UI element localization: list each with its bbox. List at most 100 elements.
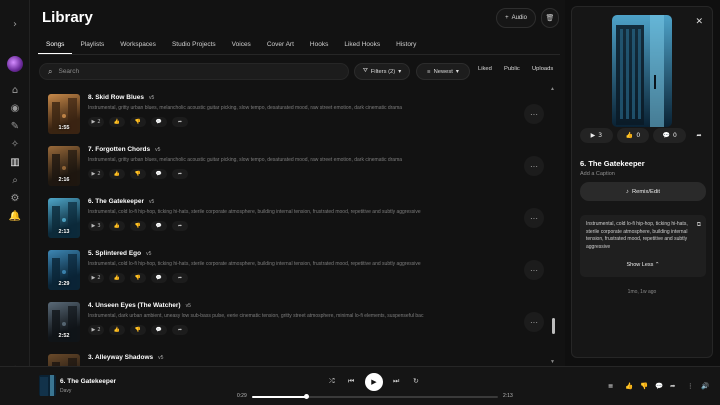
dislike-button[interactable]: 👎 (130, 169, 146, 179)
tab-playlists[interactable]: Playlists (72, 40, 112, 54)
song-title[interactable]: 6. The Gatekeeper v5 (88, 198, 154, 205)
tab-history[interactable]: History (388, 40, 424, 54)
dislike-button[interactable]: 👎 (130, 221, 146, 231)
play-count-button[interactable]: ▶ 2 (88, 325, 104, 335)
remix-edit-button[interactable]: ♪ Remix/Edit (580, 182, 706, 201)
home-icon[interactable]: ⌂ (8, 84, 22, 98)
dislike-button[interactable]: 👎 (130, 273, 146, 283)
segment-uploads[interactable]: Uploads (532, 66, 553, 72)
thumbs-up-icon[interactable]: 👍 (625, 382, 633, 390)
show-less-button[interactable]: Show Less ⌃ (580, 262, 706, 270)
now-playing-artist[interactable]: Davy (60, 388, 71, 394)
comment-button[interactable]: 💬 (151, 273, 167, 283)
share-button[interactable]: ➦ (690, 128, 708, 143)
expand-sidebar-icon[interactable]: › (8, 18, 22, 32)
scroll-up-icon[interactable]: ▲ (550, 86, 555, 92)
song-title[interactable]: 5. Splintered Ego v5 (88, 250, 151, 257)
repeat-icon[interactable]: ↻ (413, 377, 419, 385)
segment-public[interactable]: Public (504, 66, 520, 72)
song-row[interactable]: 3. Alleyway Shadows v5 (48, 350, 550, 366)
comment-count-button[interactable]: 💬 0 (653, 128, 687, 143)
song-thumbnail[interactable]: 1:55 (48, 94, 80, 134)
tab-workspaces[interactable]: Workspaces (112, 40, 164, 54)
thumbs-down-icon[interactable]: 👎 (640, 382, 648, 390)
segment-liked[interactable]: Liked (478, 66, 492, 72)
play-count-button[interactable]: ▶ 3 (580, 128, 613, 143)
previous-icon[interactable]: ⏮ (348, 377, 354, 386)
comment-button[interactable]: 💬 (151, 117, 167, 127)
scroll-down-icon[interactable]: ▼ (550, 359, 555, 365)
share-button[interactable]: ➦ (172, 221, 188, 231)
copy-icon[interactable]: ⧉ (697, 221, 701, 229)
radio-icon[interactable]: ✧ (8, 138, 22, 152)
like-button[interactable]: 👍 (109, 117, 125, 127)
song-row[interactable]: 2:29 5. Splintered Ego v5 Instrumental, c… (48, 246, 550, 298)
more-options-button[interactable]: ··· (524, 208, 544, 228)
tab-hooks[interactable]: Hooks (302, 40, 336, 54)
play-count-button[interactable]: ▶ 2 (88, 273, 104, 283)
dislike-button[interactable]: 👎 (130, 325, 146, 335)
song-row[interactable]: 2:13 6. The Gatekeeper v5 Instrumental, c… (48, 194, 550, 246)
like-button[interactable]: 👍 (109, 221, 125, 231)
tab-voices[interactable]: Voices (224, 40, 259, 54)
share-button[interactable]: ➦ (172, 117, 188, 127)
queue-icon[interactable]: ≣ (608, 382, 613, 390)
dislike-button[interactable]: 👎 (130, 117, 146, 127)
avatar[interactable] (7, 56, 23, 72)
more-options-button[interactable]: ··· (524, 104, 544, 124)
more-options-button[interactable]: ··· (524, 156, 544, 176)
comment-button[interactable]: 💬 (151, 221, 167, 231)
more-options-button[interactable]: ··· (524, 312, 544, 332)
tab-cover-art[interactable]: Cover Art (259, 40, 302, 54)
comment-icon[interactable]: 💬 (655, 382, 663, 390)
close-icon[interactable]: ✕ (695, 16, 703, 27)
comment-button[interactable]: 💬 (151, 169, 167, 179)
song-title[interactable]: 3. Alleyway Shadows v5 (88, 354, 163, 361)
play-count-button[interactable]: ▶ 3 (88, 221, 104, 231)
comment-button[interactable]: 💬 (151, 325, 167, 335)
song-thumbnail[interactable]: 2:16 (48, 146, 80, 186)
song-thumbnail[interactable]: 2:13 (48, 198, 80, 238)
song-row[interactable]: 2:16 7. Forgotten Chords v5 Instrumental,… (48, 142, 550, 194)
share-button[interactable]: ➦ (172, 169, 188, 179)
next-icon[interactable]: ⏭ (393, 377, 399, 386)
song-row[interactable]: 1:55 8. Skid Row Blues v5 Instrumental, g… (48, 90, 550, 142)
create-icon[interactable]: ✎ (8, 120, 22, 134)
library-icon[interactable]: ▥ (8, 156, 22, 170)
volume-icon[interactable]: 🔊 (701, 382, 709, 390)
trash-button[interactable]: 🗑 (541, 8, 559, 28)
play-count-button[interactable]: ▶ 2 (88, 117, 104, 127)
more-options-button[interactable]: ··· (524, 260, 544, 280)
search-nav-icon[interactable]: ⌕ (8, 174, 22, 188)
progress-knob[interactable] (303, 394, 309, 399)
share-button[interactable]: ➦ (172, 325, 188, 335)
filters-button[interactable]: ⛛ Filters (2) ▾ (354, 63, 410, 80)
progress-bar[interactable] (252, 394, 498, 399)
tab-liked-hooks[interactable]: Liked Hooks (336, 40, 388, 54)
add-caption-link[interactable]: Add a Caption (580, 171, 615, 177)
song-thumbnail[interactable]: 2:52 (48, 302, 80, 342)
share-button[interactable]: ➦ (172, 273, 188, 283)
search-input[interactable] (58, 68, 319, 75)
scrollbar-thumb[interactable] (552, 318, 555, 334)
now-playing-thumbnail[interactable] (39, 375, 56, 396)
like-button[interactable]: 👍 (109, 273, 125, 283)
like-count-button[interactable]: 👍 0 (616, 128, 650, 143)
notifications-icon[interactable]: 🔔 (8, 210, 22, 224)
song-row[interactable]: 2:52 4. Unseen Eyes (The Watcher) v5 Inst… (48, 298, 550, 350)
sort-button[interactable]: ≡ Newest ▾ (416, 63, 470, 80)
song-thumbnail[interactable]: 2:29 (48, 250, 80, 290)
play-button[interactable]: ▶ (365, 373, 383, 391)
song-title[interactable]: 8. Skid Row Blues v5 (88, 94, 154, 101)
song-title[interactable]: 4. Unseen Eyes (The Watcher) v5 (88, 302, 191, 309)
tab-studio-projects[interactable]: Studio Projects (164, 40, 224, 54)
song-thumbnail[interactable] (48, 354, 80, 366)
tab-songs[interactable]: Songs (38, 40, 73, 54)
settings-icon[interactable]: ⚙ (8, 192, 22, 206)
now-playing-title[interactable]: 6. The Gatekeeper (60, 378, 116, 385)
play-count-button[interactable]: ▶ 2 (88, 169, 104, 179)
more-vertical-icon[interactable]: ⋮ (687, 382, 694, 390)
shuffle-icon[interactable]: ⤮ (329, 377, 335, 386)
like-button[interactable]: 👍 (109, 325, 125, 335)
explore-icon[interactable]: ◉ (8, 102, 22, 116)
